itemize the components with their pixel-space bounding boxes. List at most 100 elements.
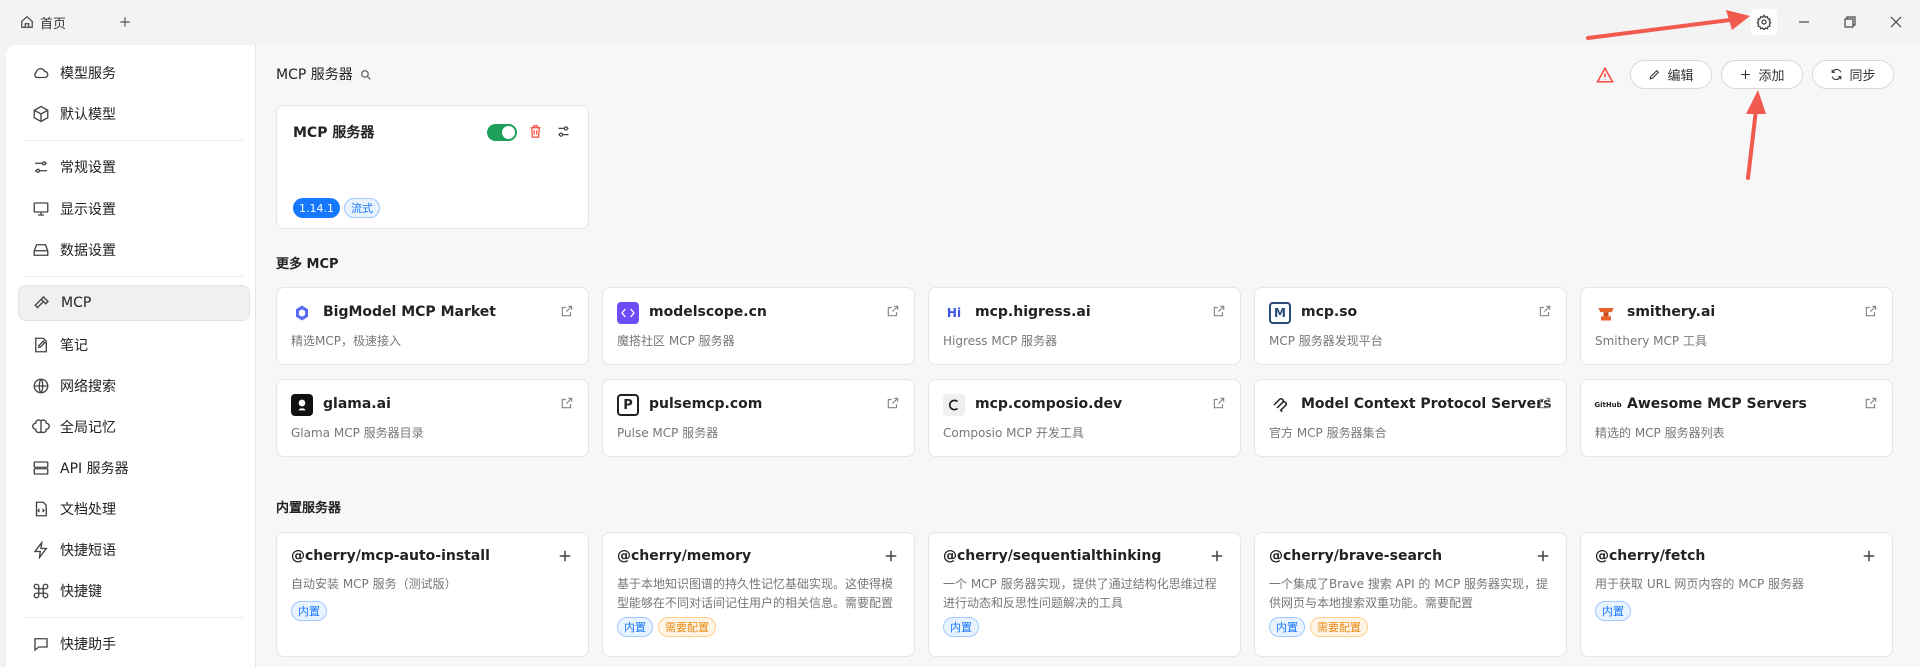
builtin-server-card[interactable]: @cherry/mcp-auto-install 自动安装 MCP 服务（测试版… bbox=[276, 532, 589, 657]
sidebar-item-mcp[interactable]: MCP bbox=[18, 285, 250, 321]
market-card[interactable]: smithery.ai Smithery MCP 工具 bbox=[1580, 287, 1893, 365]
edit-button[interactable]: 编辑 bbox=[1630, 60, 1712, 89]
mcpso-logo-icon: M bbox=[1269, 302, 1291, 324]
sidebar-item-shortcuts[interactable]: 快捷键 bbox=[18, 573, 250, 609]
sidebar-item-label: 文档处理 bbox=[60, 502, 116, 518]
market-name: smithery.ai bbox=[1627, 304, 1716, 320]
sidebar-item-data[interactable]: 数据设置 bbox=[18, 232, 250, 268]
plus-icon[interactable] bbox=[1860, 547, 1878, 565]
builtin-server-card[interactable]: @cherry/memory 基于本地知识图谱的持久性记忆基础实现。这使得模型能… bbox=[602, 532, 915, 657]
builtin-servers-title: 内置服务器 bbox=[276, 501, 342, 516]
external-link-icon[interactable] bbox=[886, 396, 900, 410]
sliders-icon bbox=[35, 161, 47, 173]
market-card[interactable]: M mcp.so MCP 服务器发现平台 bbox=[1254, 287, 1567, 365]
plus-icon[interactable] bbox=[1208, 547, 1226, 565]
market-name: pulsemcp.com bbox=[649, 396, 763, 412]
sidebar-item-doc-processing[interactable]: 文档处理 bbox=[18, 491, 250, 527]
market-desc: Pulse MCP 服务器 bbox=[617, 426, 719, 440]
server-card[interactable]: MCP 服务器 1.14.1 流式 bbox=[276, 105, 589, 229]
restore-button[interactable] bbox=[1839, 11, 1861, 33]
settings-sliders-icon[interactable] bbox=[556, 124, 571, 139]
sync-button[interactable]: 同步 bbox=[1812, 60, 1894, 89]
builtin-server-desc: 基于本地知识图谱的持久性记忆基础实现。这使得模型能够在不同对话间记住用户的相关信… bbox=[617, 577, 894, 610]
sidebar-item-quick-assistant[interactable]: 快捷助手 bbox=[18, 626, 250, 662]
sidebar-item-model-service[interactable]: 模型服务 bbox=[18, 55, 250, 91]
market-card[interactable]: Model Context Protocol Servers 官方 MCP 服务… bbox=[1254, 379, 1567, 457]
sidebar-item-general[interactable]: 常规设置 bbox=[18, 149, 250, 185]
market-card[interactable]: P pulsemcp.com Pulse MCP 服务器 bbox=[602, 379, 915, 457]
plus-icon[interactable] bbox=[556, 547, 574, 565]
tab-home[interactable]: 首页 bbox=[12, 10, 74, 34]
sidebar-divider bbox=[24, 276, 244, 277]
sidebar-item-default-model[interactable]: 默认模型 bbox=[18, 96, 250, 132]
server-name: MCP 服务器 bbox=[293, 125, 375, 141]
external-link-icon[interactable] bbox=[1212, 396, 1226, 410]
new-tab-button[interactable] bbox=[114, 11, 136, 33]
requires-config-badge: 需要配置 bbox=[658, 617, 716, 637]
market-desc: 魔搭社区 MCP 服务器 bbox=[617, 334, 735, 348]
market-card[interactable]: glama.ai Glama MCP 服务器目录 bbox=[276, 379, 589, 457]
builtin-server-card[interactable]: @cherry/brave-search 一个集成了Brave 搜索 API 的… bbox=[1254, 532, 1567, 657]
external-link-icon[interactable] bbox=[560, 304, 574, 318]
sidebar-item-label: 全局记忆 bbox=[60, 420, 116, 436]
trash-icon[interactable] bbox=[528, 124, 543, 139]
close-button[interactable] bbox=[1885, 11, 1907, 33]
external-link-icon[interactable] bbox=[1864, 396, 1878, 410]
market-name: mcp.composio.dev bbox=[975, 396, 1123, 412]
builtin-badges: 内置 需要配置 bbox=[617, 617, 716, 637]
pencil-icon bbox=[1649, 69, 1660, 80]
external-link-icon[interactable] bbox=[886, 304, 900, 318]
market-card[interactable]: Hi mcp.higress.ai Higress MCP 服务器 bbox=[928, 287, 1241, 365]
title-bar: 首页 bbox=[0, 0, 1920, 44]
brain-icon bbox=[32, 419, 50, 434]
builtin-server-card[interactable]: @cherry/fetch 用于获取 URL 网页内容的 MCP 服务器 内置 bbox=[1580, 532, 1893, 657]
sidebar-item-label: 显示设置 bbox=[60, 202, 116, 218]
server-icon bbox=[33, 461, 49, 475]
market-desc: 精选的 MCP 服务器列表 bbox=[1595, 426, 1725, 440]
external-link-icon[interactable] bbox=[560, 396, 574, 410]
globe-icon bbox=[33, 378, 49, 394]
sidebar-item-label: API 服务器 bbox=[60, 461, 129, 477]
plus-icon[interactable] bbox=[882, 547, 900, 565]
market-card[interactable]: mcp.composio.dev Composio MCP 开发工具 bbox=[928, 379, 1241, 457]
sidebar-item-notes[interactable]: 笔记 bbox=[18, 327, 250, 363]
builtin-badges: 内置 bbox=[291, 601, 327, 621]
external-link-icon[interactable] bbox=[1212, 304, 1226, 318]
market-card[interactable]: modelscope.cn 魔搭社区 MCP 服务器 bbox=[602, 287, 915, 365]
sidebar-item-web-search[interactable]: 网络搜索 bbox=[18, 368, 250, 404]
search-icon[interactable] bbox=[359, 68, 372, 81]
server-enabled-toggle[interactable] bbox=[487, 124, 517, 141]
external-link-icon[interactable] bbox=[1864, 304, 1878, 318]
sidebar-item-label: 网络搜索 bbox=[60, 379, 116, 395]
warning-icon[interactable] bbox=[1596, 66, 1614, 84]
market-card[interactable]: GitHub Awesome MCP Servers 精选的 MCP 服务器列表 bbox=[1580, 379, 1893, 457]
sidebar-item-api-server[interactable]: API 服务器 bbox=[18, 450, 250, 486]
requires-config-badge: 需要配置 bbox=[1310, 617, 1368, 637]
market-desc: 精选MCP，极速接入 bbox=[291, 334, 401, 348]
sidebar-item-label: 默认模型 bbox=[60, 107, 116, 123]
external-link-icon[interactable] bbox=[1538, 396, 1552, 410]
builtin-server-card[interactable]: @cherry/sequentialthinking 一个 MCP 服务器实现，… bbox=[928, 532, 1241, 657]
sidebar-item-display[interactable]: 显示设置 bbox=[18, 191, 250, 227]
sidebar-item-quick-phrases[interactable]: 快捷短语 bbox=[18, 532, 250, 568]
market-card[interactable]: BigModel MCP Market 精选MCP，极速接入 bbox=[276, 287, 589, 365]
market-desc: MCP 服务器发现平台 bbox=[1269, 334, 1383, 348]
builtin-badge: 内置 bbox=[291, 601, 327, 621]
builtin-server-name: @cherry/memory bbox=[617, 548, 752, 564]
external-link-icon[interactable] bbox=[1538, 304, 1552, 318]
add-server-button[interactable]: 添加 bbox=[1721, 60, 1803, 89]
page-title: MCP 服务器 bbox=[276, 64, 372, 84]
minimize-button[interactable] bbox=[1793, 11, 1815, 33]
builtin-server-desc: 一个集成了Brave 搜索 API 的 MCP 服务器实现，提供网页与本地搜索双… bbox=[1269, 577, 1549, 610]
market-desc: Smithery MCP 工具 bbox=[1595, 334, 1707, 348]
zap-icon bbox=[33, 541, 48, 559]
sidebar-divider bbox=[24, 140, 244, 141]
message-icon bbox=[34, 638, 48, 652]
market-desc: 官方 MCP 服务器集合 bbox=[1269, 426, 1387, 440]
market-name: modelscope.cn bbox=[649, 304, 767, 320]
plus-icon[interactable] bbox=[1534, 547, 1552, 565]
settings-button[interactable] bbox=[1751, 9, 1777, 35]
pulse-logo-icon: P bbox=[617, 394, 639, 416]
sidebar-item-memory[interactable]: 全局记忆 bbox=[18, 409, 250, 445]
note-icon bbox=[35, 337, 47, 353]
